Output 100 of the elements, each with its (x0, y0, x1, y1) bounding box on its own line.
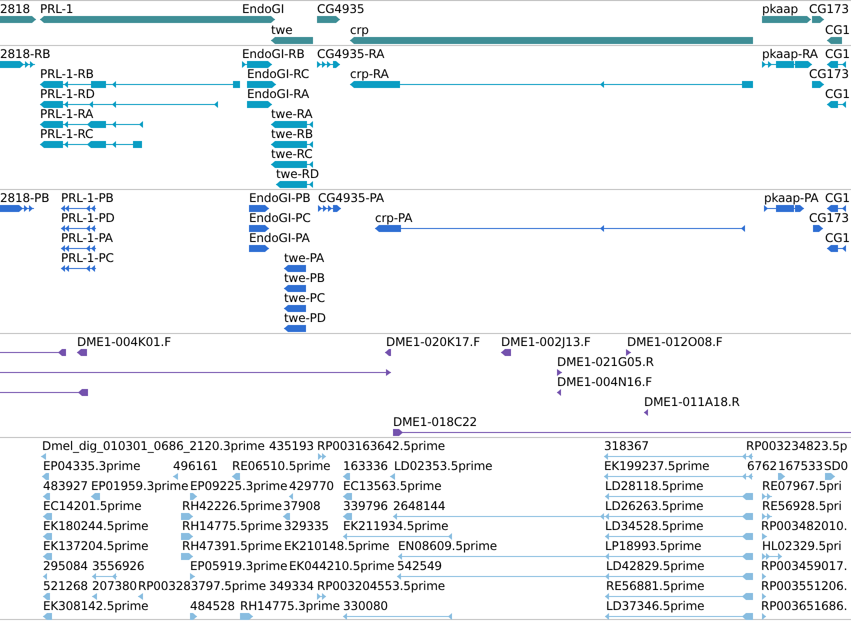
feature-label: PRL-1 (40, 2, 74, 16)
feature-label: EK137204.5prime (43, 539, 148, 553)
feature-label: RP003551206. (761, 579, 848, 593)
feature-label: 330080 (343, 599, 388, 613)
feature-label: RE56928.5pri (762, 499, 842, 513)
feature-label: twe-PB (284, 271, 325, 285)
feature-label: 435193 (269, 439, 314, 453)
feature-label: PRL-1-PC (61, 251, 114, 265)
feature-label: 484528 (190, 599, 235, 613)
feature-label: 207380 (92, 579, 137, 593)
feature-label: RE06510.5prime (232, 459, 330, 473)
feature-label: SD0 (824, 459, 848, 473)
feature-label: LD26263.5prime (605, 499, 704, 513)
feature-label: EP05919.3prime (190, 559, 288, 573)
feature-label: pkaap-PA (764, 191, 818, 205)
feature-label: EndoGI-PA (249, 231, 310, 245)
feature-label: crp-PA (375, 211, 412, 225)
feature-label: DME1-011A18.R (644, 395, 740, 409)
feature-label: EndoGI-PB (249, 191, 310, 205)
feature-label: DME1-004N16.F (557, 375, 652, 389)
feature-label: CG1 (825, 47, 850, 61)
feature-label: EN08609.5prime (398, 539, 498, 553)
feature-label: CG1 (825, 191, 850, 205)
feature-label: twe-PD (284, 311, 326, 325)
feature-label: EndoGI-RC (247, 67, 310, 81)
feature-label: RP003204553.5prime (317, 579, 445, 593)
feature-label: CG1 (825, 87, 850, 101)
feature-label: EK180244.5prime (43, 519, 148, 533)
feature-label: PRL-1-PD (61, 211, 115, 225)
feature-label: PRL-1-PB (61, 191, 114, 205)
feature-label: EndoGI-RA (247, 87, 310, 101)
feature-label: EK044210.5prime (289, 559, 394, 573)
feature-label: DME1-002J13.F (501, 335, 591, 349)
feature-label: EP04335.3prime (43, 459, 140, 473)
feature-label: RH14775.3prime (240, 599, 340, 613)
feature-label: LD02353.5prime (394, 459, 492, 473)
feature-label: twe-RD (276, 167, 319, 181)
feature-label: DME1-004K01.F (77, 335, 171, 349)
feature-label: RP003163642.5prime (317, 439, 445, 453)
feature-label: RP003234823.5p (746, 439, 848, 453)
feature-label: 329335 (284, 519, 329, 533)
feature-label: crp (350, 23, 369, 37)
feature-label: EK210148.5prime (284, 539, 390, 553)
feature-label: CG173 (809, 67, 849, 81)
feature-label: pkaap-RA (762, 47, 818, 61)
feature-label: 295084 (43, 559, 88, 573)
feature-label: 6762 (747, 459, 777, 473)
feature-label: HL02329.5pri (762, 539, 842, 553)
feature-label: LD37346.5prime (606, 599, 704, 613)
feature-label: CG1 (825, 23, 850, 37)
feature-label: EK211934.5prime (343, 519, 448, 533)
feature-label: 3556926 (92, 559, 144, 573)
feature-label: LP18993.5prime (605, 539, 702, 553)
feature-label: 483927 (43, 479, 88, 493)
feature-label: CG4935-RA (317, 47, 384, 61)
feature-label: RP003482010. (761, 519, 848, 533)
feature-label: EndoGI-RB (242, 47, 305, 61)
feature-label: LD28118.5prime (605, 479, 704, 493)
feature-label: 349334 (269, 579, 314, 593)
feature-label: RH42226.5prime (182, 499, 282, 513)
feature-label: RH14775.5prime (182, 519, 282, 533)
feature-label: twe (271, 23, 292, 37)
feature-label: 2818-RB (0, 47, 50, 61)
feature-label: DME1-021G05.R (557, 355, 654, 369)
feature-label: 318367 (604, 439, 649, 453)
feature-label: 2818-PB (0, 191, 50, 205)
feature-label: PRL-1-RB (40, 67, 94, 81)
feature-label: LD34528.5prime (605, 519, 704, 533)
feature-label: LD42829.5prime (606, 559, 704, 573)
feature-label: 429770 (289, 479, 334, 493)
feature-label: EP01959.3prime (91, 479, 188, 493)
feature-label: twe-PA (284, 251, 324, 265)
feature-label: 2648144 (393, 499, 446, 513)
feature-label: twe-RB (271, 127, 313, 141)
feature-label: EK199237.5prime (604, 459, 710, 473)
feature-label: DME1-012O08.F (627, 335, 723, 349)
feature-label: EK308142.5prime (43, 599, 148, 613)
feature-label: RH47391.5prime (182, 539, 282, 553)
feature-label: PRL-1-PA (61, 231, 113, 245)
feature-label: 37908 (283, 499, 320, 513)
feature-label: DME1-018C22 (393, 415, 478, 429)
feature-label: 542549 (397, 559, 442, 573)
feature-label: RE56881.5prime (606, 579, 704, 593)
feature-label: RE07967.5pri (762, 479, 842, 493)
feature-label: PRL-1-RD (40, 87, 95, 101)
feature-label: CG173 (809, 2, 849, 16)
feature-label: 2818 (0, 2, 30, 16)
feature-label: EC14201.5prime (43, 499, 142, 513)
feature-label: twe-RA (271, 107, 312, 121)
feature-label: PRL-1-RA (40, 107, 94, 121)
feature-label: EC13563.5prime (343, 479, 442, 493)
feature-label: EP09225.3prime (190, 479, 288, 493)
feature-label: crp-RA (350, 67, 389, 81)
feature-label: twe-RC (271, 147, 312, 161)
feature-label: 167533 (778, 459, 823, 473)
feature-label: 521268 (43, 579, 88, 593)
feature-label: CG4935-PA (318, 191, 384, 205)
feature-label: EndoGI (242, 2, 284, 16)
feature-label: PRL-1-RC (40, 127, 94, 141)
feature-label: pkaap (762, 2, 798, 16)
